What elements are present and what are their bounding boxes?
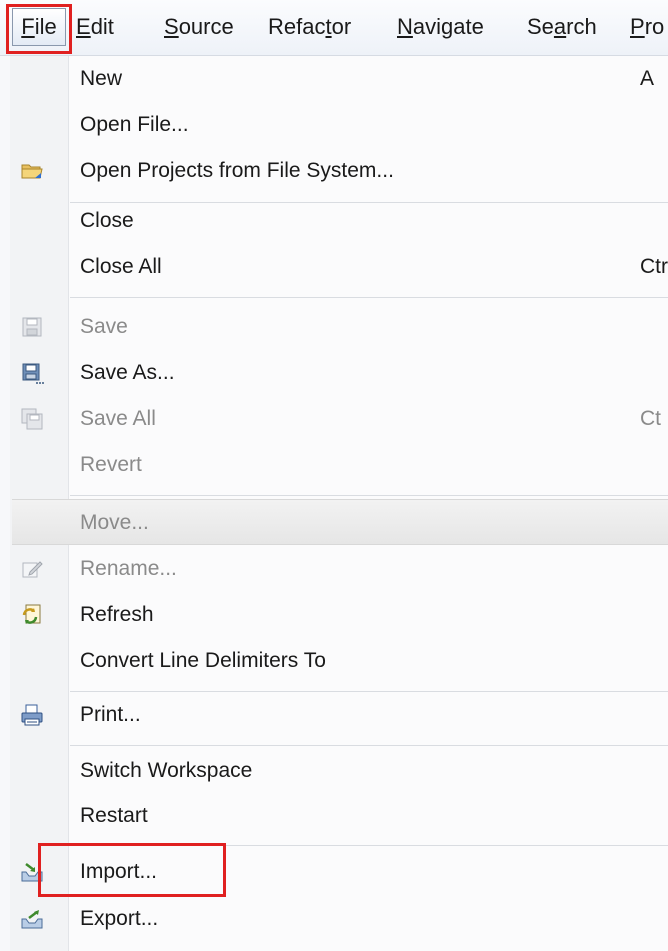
menu-item-label: Save All bbox=[80, 407, 156, 430]
menu-item-label: Rename... bbox=[80, 557, 177, 580]
menu-edit-mnemonic: E bbox=[76, 14, 91, 39]
menu-refactor-post: or bbox=[331, 14, 352, 39]
menu-item-shortcut: A bbox=[640, 67, 655, 90]
menu-item-label: Close bbox=[80, 209, 134, 232]
menu-item-close-all[interactable]: Close All Ctr bbox=[0, 244, 668, 290]
menu-item-revert[interactable]: Revert bbox=[0, 442, 668, 488]
menu-source-post: ource bbox=[178, 14, 234, 39]
menu-edit-post: dit bbox=[90, 14, 114, 39]
menu-item-label: Save As... bbox=[80, 361, 175, 384]
menu-item-shortcut: Ctr bbox=[640, 255, 668, 278]
menu-separator bbox=[70, 745, 668, 746]
menu-item-rename[interactable]: Rename... bbox=[0, 546, 668, 592]
menu-item-open-projects[interactable]: Open Projects from File System... bbox=[0, 148, 668, 194]
menu-project-post: ro bbox=[644, 14, 665, 39]
menu-item-save-as[interactable]: Save As... bbox=[0, 350, 668, 396]
menu-project-mnemonic: P bbox=[630, 14, 645, 39]
menu-item-save[interactable]: Save bbox=[0, 304, 668, 350]
menu-item-shortcut: Ct bbox=[640, 407, 661, 430]
menu-item-label: Convert Line Delimiters To bbox=[80, 649, 326, 672]
menu-item-label: Switch Workspace bbox=[80, 759, 253, 782]
refresh-icon bbox=[20, 603, 44, 627]
menu-item-label: Save bbox=[80, 315, 128, 338]
menu-item-open-file[interactable]: Open File... bbox=[0, 102, 668, 148]
menu-navigate-mnemonic: N bbox=[397, 14, 413, 39]
menu-item-refresh[interactable]: Refresh bbox=[0, 592, 668, 638]
menu-source[interactable]: Source bbox=[164, 8, 234, 46]
menu-item-close[interactable]: Close bbox=[0, 198, 668, 244]
import-icon bbox=[20, 860, 44, 884]
menu-separator bbox=[70, 297, 668, 298]
menu-item-convert-line-delimiters[interactable]: Convert Line Delimiters To bbox=[0, 638, 668, 684]
menu-item-label: Refresh bbox=[80, 603, 154, 626]
menu-item-label: Close All bbox=[80, 255, 162, 278]
menu-edit[interactable]: Edit bbox=[76, 8, 114, 46]
menu-separator bbox=[70, 495, 668, 496]
menu-item-label: New bbox=[80, 67, 123, 90]
menu-project[interactable]: Pro bbox=[630, 8, 664, 46]
menu-item-label: Open Projects from File System... bbox=[80, 159, 394, 182]
menu-item-label: Restart bbox=[80, 804, 148, 827]
menu-item-import[interactable]: Import... bbox=[0, 849, 668, 895]
menu-item-label: Export... bbox=[80, 907, 159, 930]
menu-item-switch-workspace[interactable]: Switch Workspace bbox=[0, 748, 668, 794]
menu-navigate[interactable]: Navigate bbox=[397, 8, 484, 46]
menu-item-label: Revert bbox=[80, 453, 142, 476]
menu-navigate-post: avigate bbox=[412, 14, 484, 39]
menu-search-post: rch bbox=[566, 14, 597, 39]
menu-refactor-pre: Refac bbox=[268, 14, 326, 39]
menu-refactor[interactable]: Refactor bbox=[268, 8, 351, 46]
menu-item-label: Import... bbox=[80, 860, 158, 883]
save-as-icon bbox=[20, 361, 44, 385]
save-icon bbox=[20, 315, 44, 339]
menu-item-new[interactable]: New A bbox=[0, 56, 668, 102]
menu-search-pre: Se bbox=[527, 14, 554, 39]
menu-item-move[interactable]: Move... bbox=[12, 499, 668, 545]
menu-search[interactable]: Search bbox=[527, 8, 597, 46]
folder-icon bbox=[20, 159, 44, 183]
menu-item-label: Move... bbox=[80, 511, 149, 534]
menu-item-export[interactable]: Export... bbox=[0, 896, 668, 942]
menu-bar: File Edit Source Refactor Navigate Searc… bbox=[0, 0, 668, 56]
menu-search-mnemonic: a bbox=[553, 14, 567, 39]
menu-item-save-all[interactable]: Save All Ct bbox=[0, 396, 668, 442]
save-all-icon bbox=[20, 407, 44, 431]
menu-item-restart[interactable]: Restart bbox=[0, 793, 668, 839]
print-icon bbox=[20, 703, 44, 727]
menu-file[interactable]: File bbox=[12, 8, 66, 46]
menu-file-post: ile bbox=[34, 14, 57, 39]
menu-separator bbox=[70, 845, 668, 846]
file-menu-dropdown: New A Open File... Open Projects from Fi… bbox=[0, 56, 668, 951]
menu-file-mnemonic: F bbox=[21, 14, 35, 39]
menu-item-label: Print... bbox=[80, 703, 141, 726]
menu-source-mnemonic: S bbox=[164, 14, 179, 39]
menu-item-label: Open File... bbox=[80, 113, 189, 136]
rename-icon bbox=[20, 557, 44, 581]
menu-item-print[interactable]: Print... bbox=[0, 692, 668, 738]
export-icon bbox=[20, 907, 44, 931]
